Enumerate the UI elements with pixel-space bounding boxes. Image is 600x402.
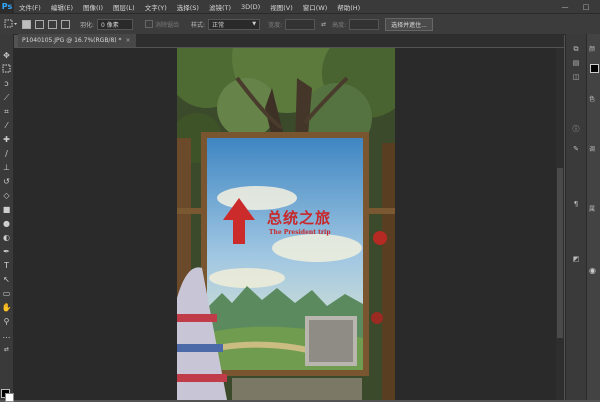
menu-type[interactable]: 文字(Y) [140, 2, 172, 12]
sign-subtitle: The President trip [269, 229, 331, 236]
document-tab-title: P1040105.JPG @ 16.7%(RGB/8) * [22, 37, 122, 44]
intersect-selection-icon[interactable] [61, 19, 70, 29]
width-label: 宽度: [268, 21, 283, 29]
marquee-tool-icon[interactable] [1, 64, 12, 75]
photoshop-logo: Ps [0, 0, 14, 13]
options-bar: 羽化: 0 像素 消除锯齿 样式: 正常 ▼ 宽度: ⇄ 高度: 选择并遮住..… [0, 13, 600, 35]
sign-title: 总统之旅 [267, 209, 332, 227]
healing-tool-icon[interactable]: ✚ [1, 134, 12, 145]
move-tool-icon[interactable]: ✥ [1, 50, 12, 61]
stamp-tool-icon[interactable]: ⊥ [1, 162, 12, 173]
type-tool-icon[interactable]: T [1, 260, 12, 271]
tools-panel: ✥ ↄ ⟋ ⌗ ⁄ ✚ ∕ ⊥ ↺ ◇ ■ ● ◐ ✒ T ↖ ▭ ✋ ⚲ … … [0, 34, 14, 402]
quick-select-tool-icon[interactable]: ⟋ [1, 92, 12, 103]
eye-visibility-icon[interactable]: ◉ [589, 266, 596, 275]
document-image[interactable]: 总统之旅 The President trip [177, 48, 395, 400]
info-panel-icon[interactable]: ⓘ [571, 124, 581, 134]
brush-tool-icon[interactable]: ∕ [1, 148, 12, 159]
antialias-label: 消除锯齿 [155, 21, 180, 29]
gradient-tool-icon[interactable]: ■ [1, 204, 12, 215]
shape-tool-icon[interactable]: ▭ [1, 288, 12, 299]
antialias-checkbox[interactable]: 消除锯齿 [145, 20, 179, 29]
more-tools-icon[interactable]: … [1, 330, 12, 341]
brush-panel-icon[interactable]: ✎ [571, 144, 581, 154]
menu-bar: Ps 文件(F) 编辑(E) 图像(I) 图层(L) 文字(Y) 选择(S) 滤… [0, 0, 600, 13]
eraser-tool-icon[interactable]: ◇ [1, 190, 12, 201]
feather-input[interactable]: 0 像素 [97, 18, 134, 30]
pen-tool-icon[interactable]: ✒ [1, 246, 12, 257]
paragraph-panel-icon[interactable]: ¶ [571, 199, 581, 209]
style-value: 正常 [212, 21, 225, 29]
layers-panel-icon[interactable]: ◩ [571, 254, 581, 264]
swap-icon[interactable]: ⇄ [321, 21, 326, 28]
history-panel-icon[interactable]: ⧉ [571, 44, 581, 54]
hand-tool-icon[interactable]: ✋ [1, 302, 12, 313]
document-tab-bar: P1040105.JPG @ 16.7%(RGB/8) * × [18, 34, 564, 47]
panel-color-swatch[interactable] [590, 64, 599, 73]
eyedropper-tool-icon[interactable]: ⁄ [1, 120, 12, 131]
restore-button[interactable]: □ [577, 0, 595, 13]
panel-label-swatch: 色 [589, 96, 596, 103]
document-tab[interactable]: P1040105.JPG @ 16.7%(RGB/8) * × [18, 34, 136, 47]
edit-toolbar-icon[interactable]: ⇄ [1, 344, 12, 355]
tool-preset-icon[interactable] [4, 19, 18, 29]
panel-icon-column: ⧉ ▤ ◫ ⓘ ✎ ¶ ◩ [565, 34, 586, 400]
menu-3d[interactable]: 3D(D) [236, 3, 265, 11]
add-selection-icon[interactable] [35, 19, 44, 29]
panel-label-properties: 属 [589, 206, 596, 213]
crop-tool-icon[interactable]: ⌗ [1, 106, 12, 117]
select-and-mask-button[interactable]: 选择并遮住... [385, 17, 433, 31]
menu-filter[interactable]: 滤镜(T) [204, 2, 236, 12]
adjustments-panel-icon[interactable]: ◫ [571, 72, 581, 82]
chevron-down-icon: ▼ [252, 21, 257, 27]
panel-label-color: 颜 [589, 46, 596, 53]
vertical-scrollbar[interactable] [556, 48, 564, 400]
path-select-tool-icon[interactable]: ↖ [1, 274, 12, 285]
history-brush-tool-icon[interactable]: ↺ [1, 176, 12, 187]
minimize-button[interactable]: — [556, 0, 574, 13]
menu-file[interactable]: 文件(F) [14, 2, 46, 12]
style-select[interactable]: 正常 ▼ [208, 18, 261, 30]
menu-layer[interactable]: 图层(L) [108, 2, 140, 12]
zoom-tool-icon[interactable]: ⚲ [1, 316, 12, 327]
subtract-selection-icon[interactable] [48, 19, 57, 29]
menu-help[interactable]: 帮助(H) [332, 2, 365, 12]
menu-image[interactable]: 图像(I) [78, 2, 108, 12]
dodge-tool-icon[interactable]: ◐ [1, 232, 12, 243]
style-label: 样式: [191, 21, 206, 29]
right-panel: 颜 色 调 属 ◉ [586, 34, 600, 400]
properties-panel-icon[interactable]: ▤ [571, 58, 581, 68]
new-selection-icon[interactable] [22, 19, 31, 29]
menu-view[interactable]: 视图(V) [265, 2, 298, 12]
height-input[interactable] [349, 18, 380, 30]
checkbox-icon [145, 20, 154, 28]
panel-label-adjust: 调 [589, 146, 596, 153]
scrollbar-thumb[interactable] [557, 168, 563, 338]
menu-select[interactable]: 选择(S) [172, 2, 204, 12]
menu-edit[interactable]: 编辑(E) [46, 2, 78, 12]
background-color-swatch[interactable] [5, 393, 14, 402]
close-tab-icon[interactable]: × [126, 37, 131, 44]
lasso-tool-icon[interactable]: ↄ [1, 78, 12, 89]
height-label: 高度: [332, 21, 347, 29]
menu-window[interactable]: 窗口(W) [298, 2, 333, 12]
feather-label: 羽化: [80, 21, 95, 29]
width-input[interactable] [285, 18, 316, 30]
blur-tool-icon[interactable]: ● [1, 218, 12, 229]
